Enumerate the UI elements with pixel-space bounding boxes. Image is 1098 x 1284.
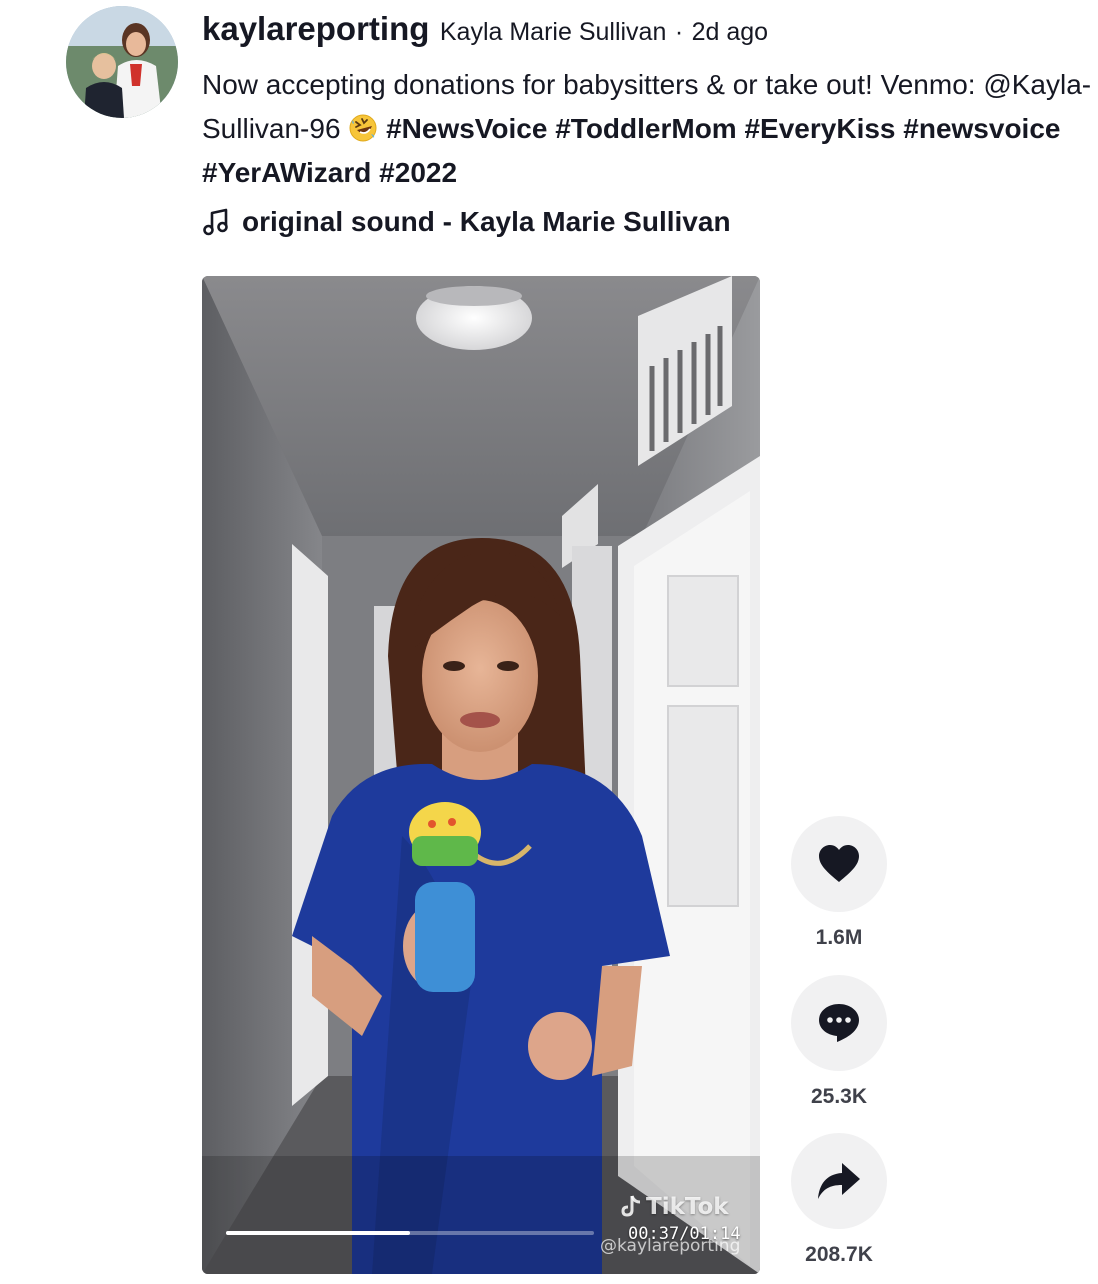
share-action: 208.7K [791, 1133, 887, 1267]
like-count: 1.6M [815, 926, 863, 949]
meta-separator: · [674, 18, 684, 46]
music-note-icon [203, 208, 228, 236]
hashtag-link[interactable]: #NewsVoice [386, 113, 547, 144]
share-button[interactable] [791, 1133, 887, 1229]
hashtag-link[interactable]: #newsvoice [903, 113, 1060, 144]
heart-icon [819, 845, 859, 882]
post-caption: Now accepting donations for babysitters … [202, 63, 1092, 195]
username[interactable]: kaylareporting [202, 10, 429, 47]
video-progress-bar[interactable] [226, 1231, 594, 1235]
comment-count: 25.3K [810, 1085, 868, 1108]
display-name[interactable]: Kayla Marie Sullivan [440, 18, 667, 46]
hashtag-link[interactable]: #EveryKiss [744, 113, 895, 144]
tiktok-watermark-text: TikTok [646, 1194, 729, 1220]
sound-link[interactable]: original sound - Kayla Marie Sullivan [202, 206, 731, 238]
comment-action: 25.3K [791, 975, 887, 1109]
sound-label: original sound - Kayla Marie Sullivan [242, 206, 731, 237]
video-time: 00:37/01:14 [628, 1224, 741, 1244]
share-arrow-icon [818, 1163, 860, 1199]
like-action: 1.6M [791, 816, 887, 950]
tiktok-watermark: TikTok [620, 1194, 729, 1220]
author-avatar[interactable] [66, 6, 178, 118]
rolling-on-floor-laughing-emoji-icon [348, 112, 378, 142]
like-button[interactable] [791, 816, 887, 912]
comment-bubble-icon [819, 1004, 859, 1042]
hashtag-link[interactable]: #ToddlerMom [555, 113, 736, 144]
tiktok-logo-icon [621, 1195, 641, 1217]
video-progress-fill [226, 1231, 410, 1235]
hashtag-link[interactable]: #2022 [379, 157, 457, 188]
comment-button[interactable] [791, 975, 887, 1071]
video-frame [202, 276, 760, 1274]
hashtag-link[interactable]: #YerAWizard [202, 157, 371, 188]
share-count: 208.7K [805, 1243, 873, 1266]
post-time: 2d ago [691, 18, 769, 46]
post-header: kaylareporting Kayla Marie Sullivan · 2d… [202, 10, 1092, 48]
avatar-photo [66, 6, 178, 118]
video-player[interactable]: TikTok @kaylareporting 00:37/01:14 [202, 276, 760, 1274]
